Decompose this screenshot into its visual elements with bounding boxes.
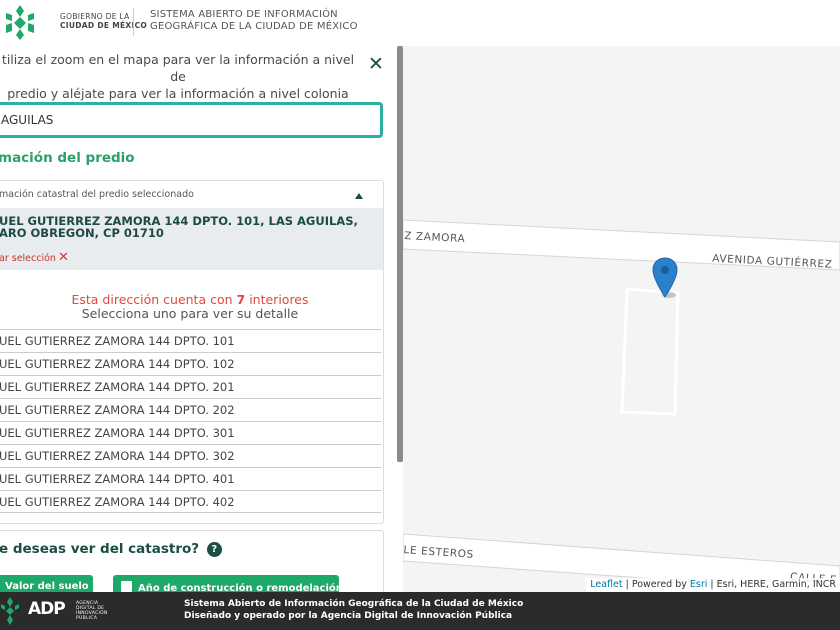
app-header: GOBIERNO DE LA CIUDAD DE MÉXICO SISTEMA … (0, 0, 840, 46)
unit-list: UEL GUTIERREZ ZAMORA 144 DPTO. 101 UEL G… (0, 329, 381, 513)
address-line2: ARO OBREGON, CP 01710 (0, 226, 164, 240)
selected-address: UEL GUTIERREZ ZAMORA 144 DPTO. 101, LAS … (0, 215, 369, 239)
unit-list-item[interactable]: UEL GUTIERREZ ZAMORA 144 DPTO. 402 (0, 490, 381, 513)
card-header-toggle[interactable]: mación catastral del predio seleccionado (0, 181, 383, 208)
unit-list-item[interactable]: UEL GUTIERREZ ZAMORA 144 DPTO. 102 (0, 352, 381, 375)
leaflet-link[interactable]: Leaflet (590, 579, 622, 590)
footer-line2: Diseñado y operado por la Agencia Digita… (184, 611, 513, 621)
instructions-line2: predio y aléjate para ver la información… (7, 86, 349, 101)
system-title-line2: GEOGRÁFICA DE LA CIUDAD DE MÉXICO (150, 21, 358, 32)
calendar-icon (121, 581, 132, 592)
header-divider (133, 8, 134, 36)
selected-address-box: UEL GUTIERREZ ZAMORA 144 DPTO. 101, LAS … (0, 208, 383, 270)
catastro-question-text: e deseas ver del catastro? (0, 541, 200, 557)
attribution-powered: | Powered by (622, 579, 690, 590)
interiors-prefix: Esta dirección cuenta con (71, 292, 237, 307)
unit-list-item[interactable]: UEL GUTIERREZ ZAMORA 144 DPTO. 202 (0, 398, 381, 421)
gov-line2: CIUDAD DE MÉXICO (60, 21, 148, 30)
footer-text: Sistema Abierto de Información Geográfic… (184, 598, 523, 622)
property-card: mación catastral del predio seleccionado… (0, 180, 384, 524)
map-attribution: Leaflet | Powered by Esri | Esri, HERE, … (586, 578, 840, 592)
esri-link[interactable]: Esri (690, 579, 708, 590)
cdmx-footer-logo-icon (1, 597, 19, 625)
clear-selection-label: ar selección (0, 253, 56, 264)
clear-selection-link[interactable]: ar selección ✕ (0, 250, 69, 265)
anio-construccion-button[interactable]: Año de construcción o remodelación (113, 575, 339, 592)
cdmx-logo-icon (6, 5, 34, 40)
app-footer: ADP AGENCIA DIGITAL DE INNOVACIÓN PÚBLIC… (0, 592, 840, 630)
interiors-count: 7 (236, 292, 246, 307)
system-title: SISTEMA ABIERTO DE INFORMACIÓN GEOGRÁFIC… (150, 9, 358, 33)
adip-logo: ADP (28, 599, 66, 619)
interiors-count-line: Esta dirección cuenta con 7 interiores (71, 292, 308, 307)
map-view[interactable]: EZ ZAMORA AVENIDA GUTIÉRREZ LLE ESTEROS … (403, 46, 840, 592)
unit-list-item[interactable]: UEL GUTIERREZ ZAMORA 144 DPTO. 401 (0, 467, 381, 490)
map-canvas: EZ ZAMORA AVENIDA GUTIÉRREZ LLE ESTEROS … (403, 219, 840, 592)
unit-list-item[interactable]: UEL GUTIERREZ ZAMORA 144 DPTO. 302 (0, 444, 381, 467)
unit-list-item[interactable]: UEL GUTIERREZ ZAMORA 144 DPTO. 301 (0, 421, 381, 444)
adip-subtitle: AGENCIA DIGITAL DE INNOVACIÓN PÚBLICA (76, 601, 108, 621)
close-icon: ✕ (368, 53, 384, 75)
unit-list-item[interactable]: UEL GUTIERREZ ZAMORA 144 DPTO. 201 (0, 375, 381, 398)
valor-suelo-label: Valor del suelo (5, 581, 89, 592)
instructions-line1: tiliza el zoom en el mapa para ver la in… (1, 52, 355, 84)
attribution-rest: | Esri, HERE, Garmin, INCR (707, 579, 836, 590)
gov-logo-text: GOBIERNO DE LA CIUDAD DE MÉXICO (60, 12, 147, 30)
anio-construccion-label: Año de construcción o remodelación (138, 583, 339, 592)
unit-list-item[interactable]: UEL GUTIERREZ ZAMORA 144 DPTO. 101 (0, 329, 381, 352)
selected-parcel[interactable] (620, 287, 680, 416)
gov-line1: GOBIERNO DE LA (60, 12, 130, 21)
catastro-question: e deseas ver del catastro? ? (0, 541, 222, 557)
zoom-instructions: tiliza el zoom en el mapa para ver la in… (0, 51, 356, 102)
close-sidebar-button[interactable]: ✕ (368, 54, 384, 74)
interiors-suffix: interiores (245, 292, 309, 307)
section-title: mación del predio (0, 150, 135, 166)
system-title-line1: SISTEMA ABIERTO DE INFORMACIÓN (150, 9, 338, 20)
adip-sub4: PÚBLICA (76, 616, 98, 621)
info-sidebar: tiliza el zoom en el mapa para ver la in… (0, 46, 400, 592)
interiors-message: Esta dirección cuenta con 7 interiores S… (0, 293, 383, 321)
catastro-options-card: e deseas ver del catastro? ? Valor del s… (0, 530, 384, 592)
search-input[interactable] (0, 102, 383, 138)
footer-line1: Sistema Abierto de Información Geográfic… (184, 599, 524, 609)
help-icon[interactable]: ? (206, 542, 222, 557)
clear-x-icon: ✕ (57, 250, 69, 265)
card-header-label: mación catastral del predio seleccionado (0, 189, 194, 200)
interiors-hint: Selecciona uno para ver su detalle (81, 306, 299, 321)
caret-up-icon (355, 193, 363, 199)
valor-suelo-button[interactable]: Valor del suelo (0, 575, 93, 592)
